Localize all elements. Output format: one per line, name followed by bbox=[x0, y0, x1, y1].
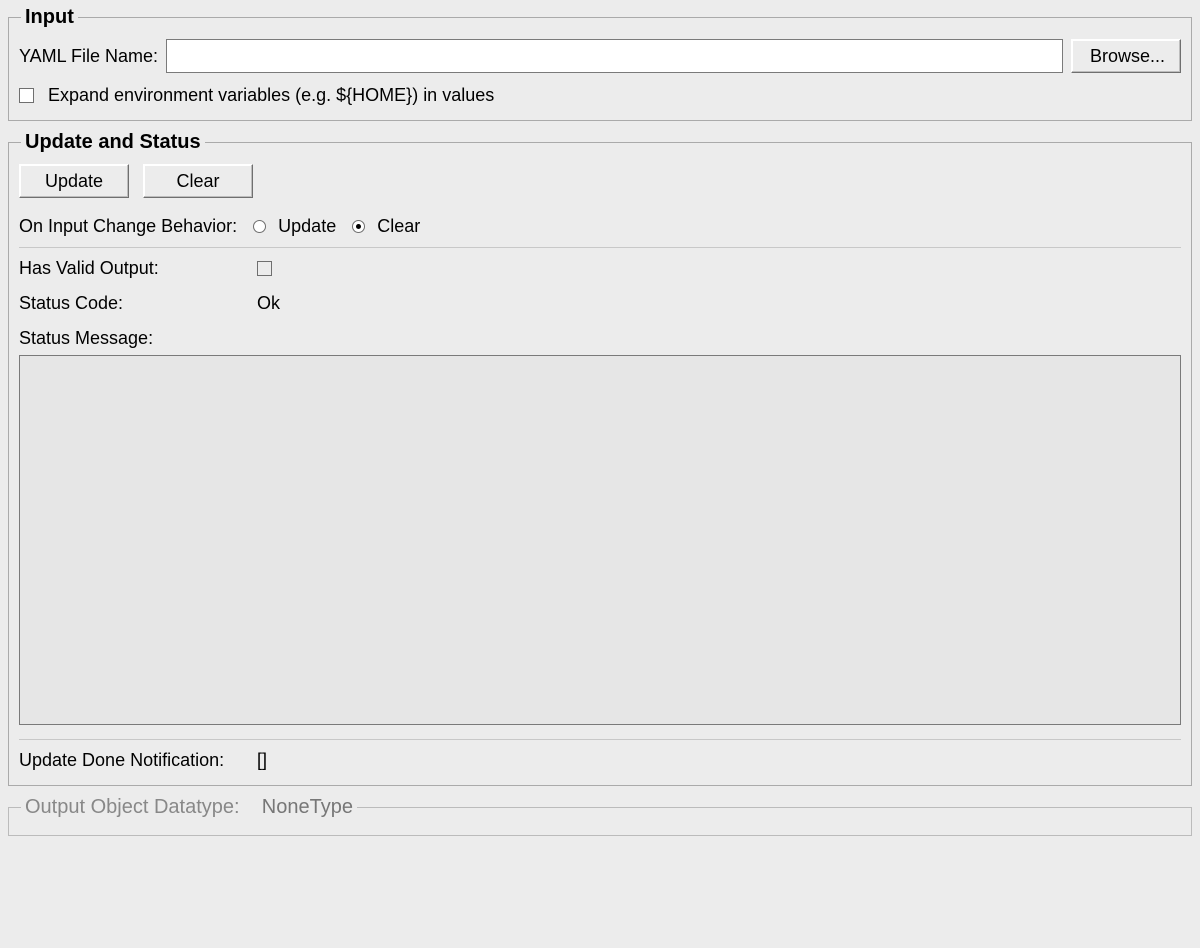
browse-button[interactable]: Browse... bbox=[1071, 39, 1181, 73]
has-valid-output-label: Has Valid Output: bbox=[19, 258, 249, 279]
expand-env-checkbox[interactable] bbox=[19, 88, 34, 103]
clear-button[interactable]: Clear bbox=[143, 164, 253, 198]
output-datatype-label: Output Object Datatype: bbox=[25, 796, 240, 818]
yaml-file-input[interactable] bbox=[166, 39, 1063, 73]
radio-clear-label: Clear bbox=[377, 216, 420, 237]
has-valid-output-checkbox bbox=[257, 261, 272, 276]
radio-update[interactable] bbox=[253, 220, 266, 233]
yaml-file-label: YAML File Name: bbox=[19, 46, 158, 67]
output-datatype-value: NoneType bbox=[262, 796, 353, 818]
input-group: Input YAML File Name: Browse... Expand e… bbox=[8, 6, 1192, 121]
update-done-label: Update Done Notification: bbox=[19, 750, 249, 771]
update-status-group: Update and Status Update Clear On Input … bbox=[8, 131, 1192, 786]
expand-env-label: Expand environment variables (e.g. ${HOM… bbox=[48, 85, 494, 106]
output-datatype-legend: Output Object Datatype: NoneType bbox=[21, 796, 357, 819]
update-done-value: [] bbox=[257, 750, 267, 771]
input-legend: Input bbox=[21, 6, 78, 29]
status-code-value: Ok bbox=[257, 293, 280, 314]
output-datatype-group: Output Object Datatype: NoneType bbox=[8, 796, 1192, 836]
status-message-box[interactable] bbox=[19, 355, 1181, 725]
radio-update-label: Update bbox=[278, 216, 336, 237]
status-code-label: Status Code: bbox=[19, 293, 249, 314]
on-change-label: On Input Change Behavior: bbox=[19, 216, 237, 237]
radio-clear[interactable] bbox=[352, 220, 365, 233]
status-message-label: Status Message: bbox=[19, 328, 153, 348]
update-status-legend: Update and Status bbox=[21, 131, 205, 154]
update-button[interactable]: Update bbox=[19, 164, 129, 198]
